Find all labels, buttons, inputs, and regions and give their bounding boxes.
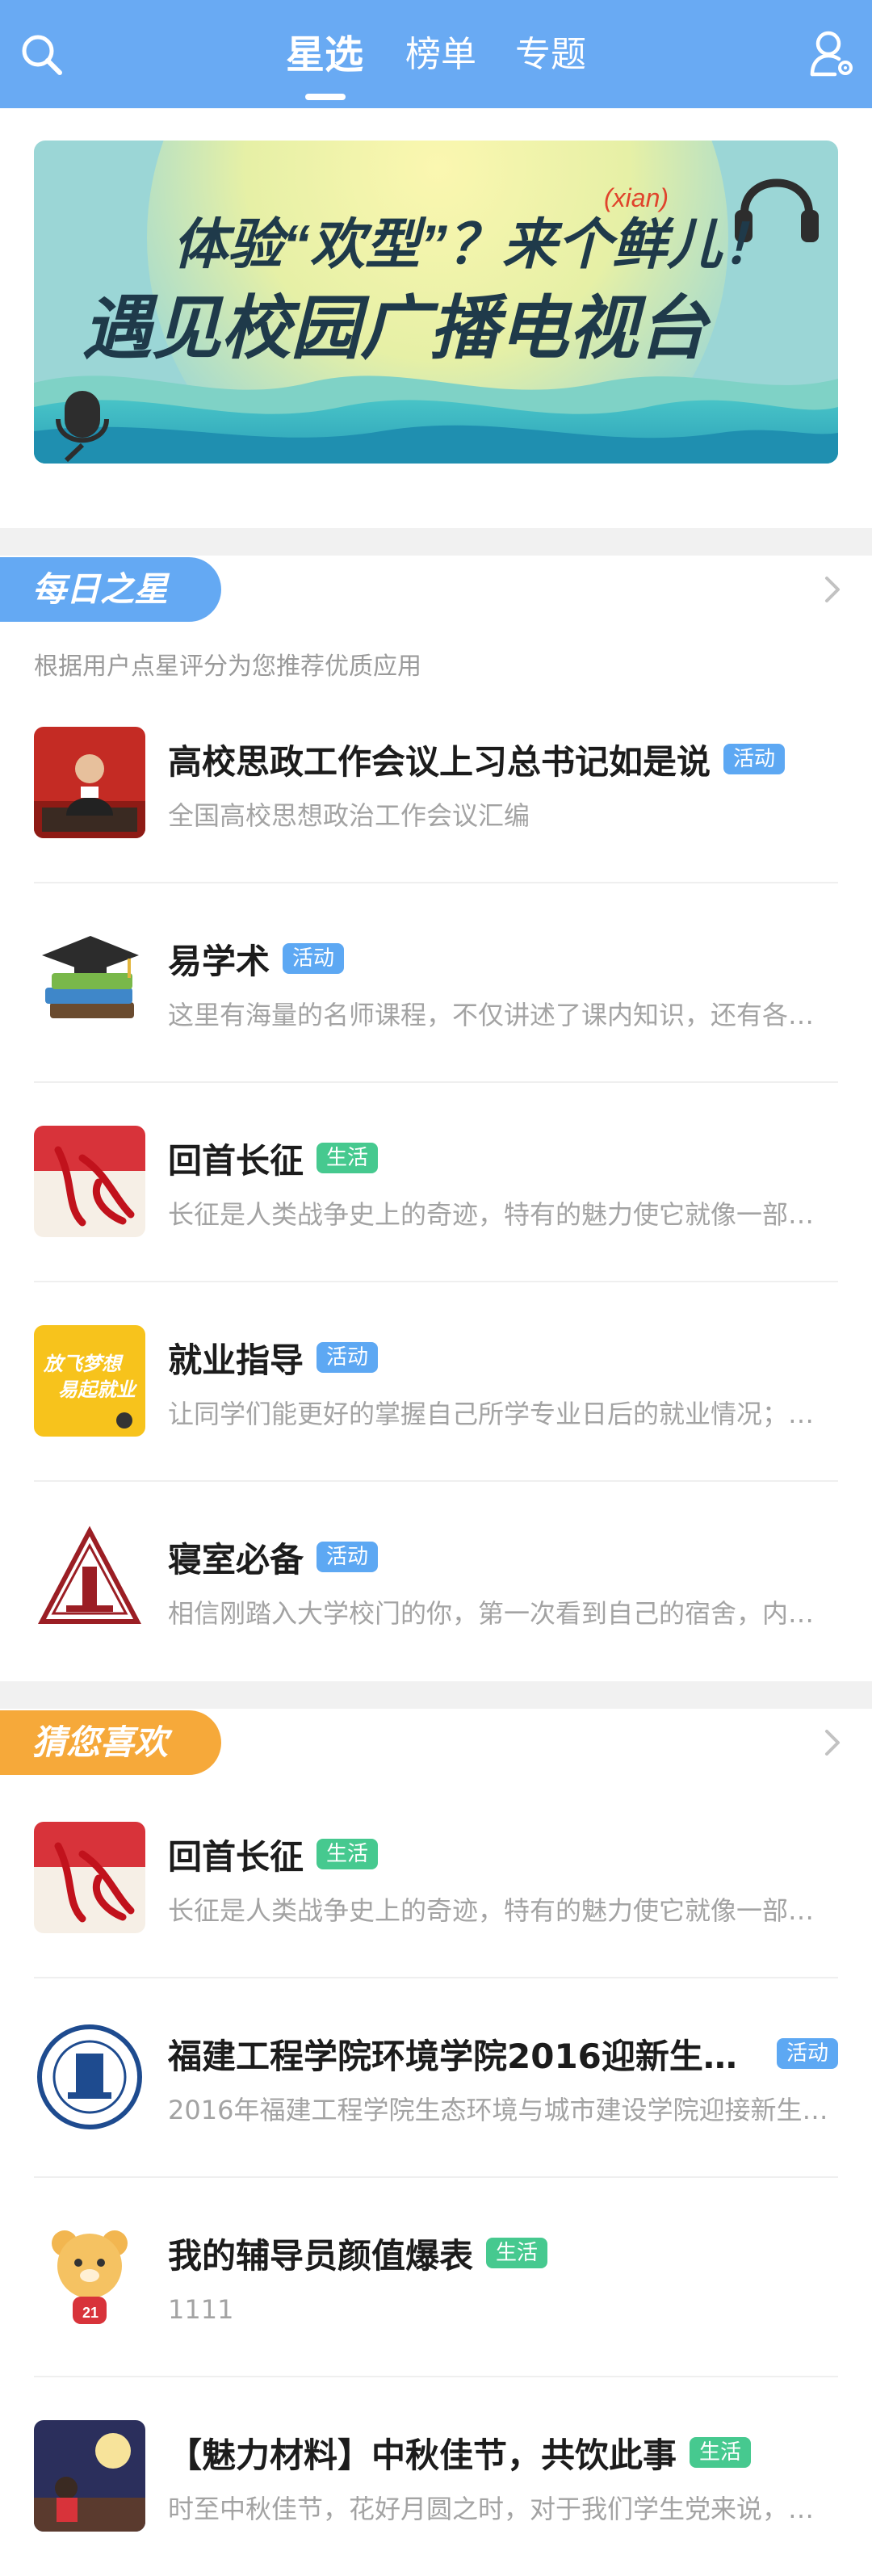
item-description: 长征是人类战争史上的奇迹，特有的魅力使它就像一部史诗 [168, 1199, 838, 1230]
item-title: 回首长征 [168, 1836, 304, 1877]
list-item[interactable]: 【魅力材料】中秋佳节，共饮此事 生活 时至中秋佳节，花好月圆之时，对于我们学生党… [34, 2420, 838, 2576]
row-divider [34, 882, 838, 883]
item-title: 高校思政工作会议上习总书记如是说 [168, 741, 711, 782]
section-tag-recommended: 猜您喜欢 [0, 1710, 221, 1775]
category-badge: 活动 [317, 1542, 379, 1572]
row-divider [34, 1281, 838, 1282]
svg-text:易起就业: 易起就业 [58, 1379, 138, 1401]
category-badge: 活动 [776, 2038, 838, 2069]
item-title: 就业指导 [168, 1340, 304, 1380]
list-item[interactable]: 放飞梦想 易起就业 就业指导 活动 让同学们能更好的掌握自己所学专业日后的就业情… [34, 1325, 838, 1524]
list-item[interactable]: 回首长征 生活 长征是人类战争史上的奇迹，特有的魅力使它就像一部史诗 [34, 1126, 838, 1324]
item-title: 我的辅导员颜值爆表 [168, 2235, 474, 2276]
item-description: 时至中秋佳节，花好月圆之时，对于我们学生党来说，尤其重要 [168, 2494, 838, 2524]
list-item[interactable]: 易学术 活动 这里有海量的名师课程，不仅讲述了课内知识，还有各种课外知识 [34, 926, 838, 1125]
item-description: 这里有海量的名师课程，不仅讲述了课内知识，还有各种课外知识 [168, 1000, 838, 1030]
item-description: 长征是人类战争史上的奇迹，特有的魅力使它就像一部史诗 [168, 1895, 838, 1926]
tab-rankings[interactable]: 榜单 [405, 31, 476, 79]
cartoon-bear-mascot: 21 [34, 2221, 145, 2332]
list-item[interactable]: 回首长征 生活 长征是人类战争史上的奇迹，特有的魅力使它就像一部史诗 [34, 1822, 838, 2020]
chevron-right-icon[interactable] [820, 1725, 845, 1760]
row-divider [34, 1480, 838, 1482]
item-description: 2016年福建工程学院生态环境与城市建设学院迎接新生晚会 [168, 2095, 838, 2125]
row-divider [34, 2376, 838, 2377]
banner-pinyin: (xian) [604, 183, 669, 212]
list-item[interactable]: 21 我的辅导员颜值爆表 生活 1111 [34, 2221, 838, 2419]
top-nav-bar: 星选 榜单 专题 [0, 0, 872, 108]
item-title: 寝室必备 [168, 1539, 304, 1580]
category-badge: 生活 [690, 2437, 752, 2468]
section-divider [0, 528, 872, 556]
item-title: 【魅力材料】中秋佳节，共饮此事 [168, 2435, 677, 2475]
row-divider [34, 1977, 838, 1978]
mid-autumn-night-illustration [34, 2420, 145, 2532]
category-badge: 生活 [317, 1839, 379, 1869]
banner-headline-2: 遇见校园广播电视台 [82, 290, 711, 367]
user-settings-icon[interactable] [809, 29, 856, 79]
search-icon[interactable] [18, 31, 66, 79]
chevron-right-icon[interactable] [820, 572, 845, 607]
list-item[interactable]: 福建工程学院环境学院2016迎新生晚会 活动 2016年福建工程学院生态环境与城… [34, 2021, 838, 2220]
section-tag-daily-star: 每日之星 [0, 557, 221, 622]
banner-headline-1: 体验“欢型”？来个鲜儿！ [173, 214, 777, 275]
active-tab-indicator [305, 94, 346, 100]
graduation-cap-books-icon [34, 926, 145, 1038]
career-dream-poster: 放飞梦想 易起就业 [34, 1325, 145, 1437]
tab-topics[interactable]: 专题 [515, 31, 586, 79]
item-title: 易学术 [168, 941, 270, 981]
svg-text:放飞梦想: 放飞梦想 [43, 1353, 124, 1375]
long-march-calligraphy [34, 1822, 145, 1933]
section-title: 猜您喜欢 [32, 1722, 169, 1762]
item-description: 相信刚踏入大学校门的你，第一次看到自己的宿舍，内心一定 [168, 1598, 838, 1629]
item-title: 福建工程学院环境学院2016迎新生晚会 [168, 2036, 741, 2076]
long-march-calligraphy [34, 1126, 145, 1237]
svg-text:21: 21 [82, 2305, 99, 2321]
section-subtitle: 根据用户点星评分为您推荐优质应用 [34, 652, 421, 681]
item-description: 1111 [168, 2294, 234, 2325]
category-badge: 活动 [317, 1342, 379, 1373]
section-title: 每日之星 [32, 569, 169, 609]
item-description: 全国高校思想政治工作会议汇编 [168, 800, 530, 831]
tab-featured[interactable]: 星选 [286, 31, 363, 79]
list-item[interactable]: 高校思政工作会议上习总书记如是说 活动 全国高校思想政治工作会议汇编 [34, 727, 838, 925]
category-badge: 生活 [317, 1143, 379, 1173]
app-thumbnail [34, 727, 145, 838]
row-divider [34, 1081, 838, 1083]
category-badge: 活动 [283, 943, 345, 974]
item-description: 让同学们能更好的掌握自己所学专业日后的就业情况；帮助同学 [168, 1399, 838, 1429]
section-divider [0, 1681, 872, 1709]
category-badge: 生活 [486, 2238, 548, 2268]
category-badge: 活动 [723, 744, 786, 774]
university-emblem-logo [34, 1525, 145, 1636]
row-divider [34, 2176, 838, 2178]
promo-banner[interactable]: 体验“欢型”？来个鲜儿！ (xian) 遇见校园广播电视台 [34, 141, 838, 464]
fujian-university-seal [34, 2021, 145, 2133]
item-title: 回首长征 [168, 1140, 304, 1181]
